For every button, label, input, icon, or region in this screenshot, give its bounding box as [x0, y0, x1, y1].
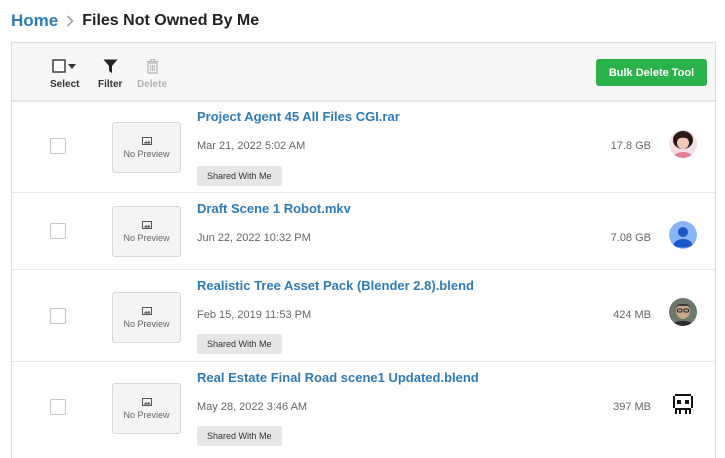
- file-date: May 28, 2022 3:46 AM: [197, 401, 308, 413]
- breadcrumb-home-link[interactable]: Home: [11, 11, 58, 31]
- file-row[interactable]: No Preview Real Estate Final Road scene1…: [12, 362, 715, 458]
- file-size: 7.08 GB: [610, 232, 651, 244]
- file-date: Jun 22, 2022 10:32 PM: [197, 232, 311, 244]
- pixel-robot-avatar: [669, 390, 697, 418]
- bulk-delete-tool-button[interactable]: Bulk Delete Tool: [596, 59, 707, 86]
- file-size: 424 MB: [613, 309, 651, 321]
- file-thumbnail: No Preview: [112, 122, 181, 173]
- row-checkbox[interactable]: [50, 308, 66, 324]
- file-size: 17.8 GB: [610, 140, 651, 152]
- delete-tool-button[interactable]: Delete: [137, 57, 167, 90]
- row-checkbox[interactable]: [50, 399, 66, 415]
- file-row[interactable]: No Preview Project Agent 45 All Files CG…: [12, 102, 715, 193]
- filter-icon: [103, 57, 118, 75]
- shared-with-me-badge: Shared With Me: [197, 334, 282, 354]
- image-placeholder-icon: [141, 306, 152, 315]
- file-thumbnail: No Preview: [112, 206, 181, 257]
- image-placeholder-icon: [141, 220, 152, 229]
- no-preview-label: No Preview: [123, 232, 170, 243]
- no-preview-label: No Preview: [123, 148, 170, 159]
- default-user-avatar: [669, 221, 697, 249]
- filter-tool-button[interactable]: Filter: [98, 57, 122, 90]
- page-title: Files Not Owned By Me: [82, 12, 260, 29]
- filter-label: Filter: [98, 79, 123, 90]
- row-checkbox[interactable]: [50, 138, 66, 154]
- file-thumbnail: No Preview: [112, 383, 181, 434]
- trash-icon: [146, 57, 159, 75]
- select-dropdown-icon: [52, 57, 78, 75]
- image-placeholder-icon: [141, 136, 152, 145]
- image-placeholder-icon: [141, 397, 152, 406]
- file-date: Feb 15, 2019 11:53 PM: [197, 309, 312, 321]
- select-tool-button[interactable]: Select: [50, 57, 79, 90]
- toolbar: Select Filter Delete Bulk Delete Tool: [12, 43, 715, 102]
- file-name-link[interactable]: Project Agent 45 All Files CGI.rar: [197, 109, 400, 124]
- file-row[interactable]: No Preview Draft Scene 1 Robot.mkv Jun 2…: [12, 193, 715, 270]
- file-thumbnail: No Preview: [112, 292, 181, 343]
- file-name-link[interactable]: Real Estate Final Road scene1 Updated.bl…: [197, 370, 479, 385]
- delete-label: Delete: [137, 79, 168, 90]
- file-size: 397 MB: [613, 401, 651, 413]
- no-preview-label: No Preview: [123, 409, 170, 420]
- select-label: Select: [50, 79, 80, 90]
- row-checkbox[interactable]: [50, 223, 66, 239]
- file-row[interactable]: No Preview Realistic Tree Asset Pack (Bl…: [12, 270, 715, 362]
- no-preview-label: No Preview: [123, 318, 170, 329]
- man-photo-avatar: [669, 298, 697, 326]
- files-panel: Select Filter Delete Bulk Delete Tool No…: [11, 42, 716, 458]
- woman-photo-avatar: [669, 130, 697, 158]
- shared-with-me-badge: Shared With Me: [197, 166, 282, 186]
- breadcrumb: Home Files Not Owned By Me: [11, 10, 259, 32]
- chevron-right-icon: [66, 15, 74, 27]
- shared-with-me-badge: Shared With Me: [197, 426, 282, 446]
- file-name-link[interactable]: Realistic Tree Asset Pack (Blender 2.8).…: [197, 278, 474, 293]
- file-name-link[interactable]: Draft Scene 1 Robot.mkv: [197, 201, 351, 216]
- file-date: Mar 21, 2022 5:02 AM: [197, 140, 306, 152]
